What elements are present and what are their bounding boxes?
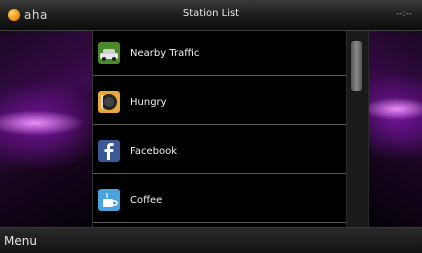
- traffic-car-icon: [98, 42, 120, 64]
- station-label: Coffee: [130, 194, 163, 206]
- clock: --:--: [395, 9, 412, 19]
- station-label: Nearby Traffic: [130, 47, 200, 59]
- menu-button[interactable]: Menu: [4, 234, 37, 248]
- background-art-left: [0, 31, 92, 227]
- scrollbar-thumb[interactable]: [351, 41, 362, 91]
- page-title: Station List: [182, 8, 240, 19]
- station-item-nearby-traffic[interactable]: Nearby Traffic: [93, 31, 347, 76]
- coffee-cup-icon: [98, 189, 120, 211]
- station-item-coffee[interactable]: Coffee: [93, 178, 347, 223]
- station-item-hungry[interactable]: Hungry: [93, 80, 347, 125]
- station-item-facebook[interactable]: Facebook: [93, 129, 347, 174]
- station-label: Facebook: [130, 145, 177, 157]
- station-list: Nearby Traffic Hungry Facebook Coffee: [92, 31, 347, 227]
- station-label: Hungry: [130, 96, 167, 108]
- bottom-bar: Menu: [0, 227, 422, 253]
- hungry-plate-icon: [98, 91, 120, 113]
- background-art-right: [367, 31, 422, 227]
- top-bar: aha Station List --:--: [0, 0, 422, 31]
- list-scrollbar[interactable]: [346, 31, 369, 227]
- facebook-icon: [98, 140, 120, 162]
